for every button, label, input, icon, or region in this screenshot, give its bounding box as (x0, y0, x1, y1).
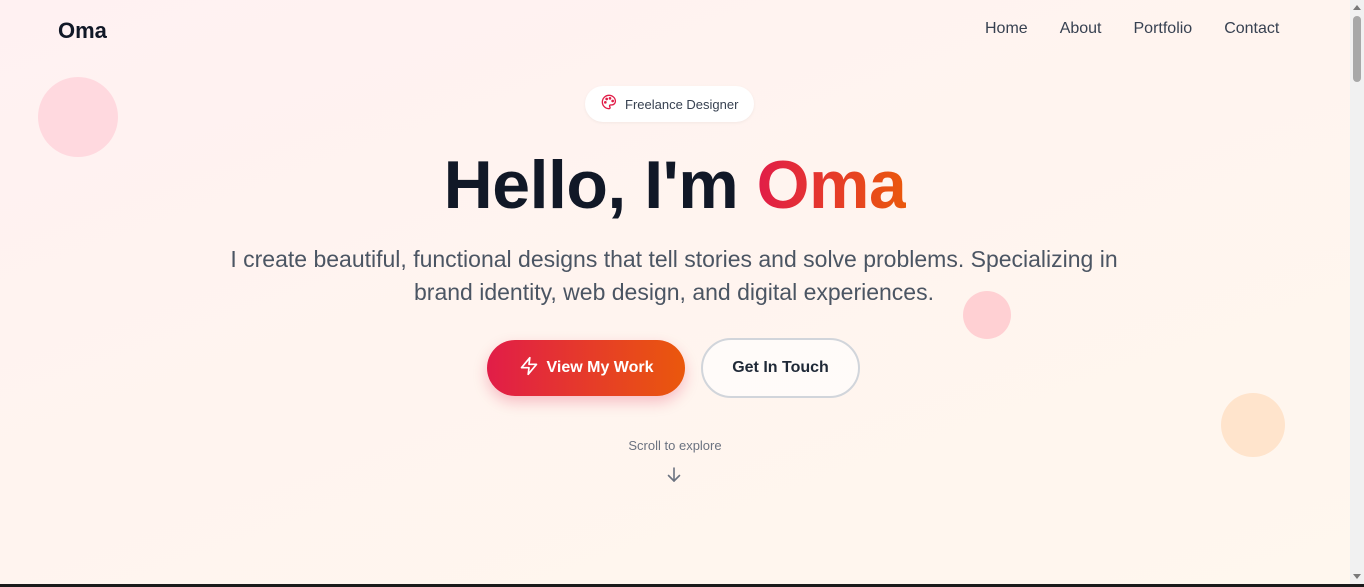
hero-title: Hello, I'm Oma (0, 146, 1350, 224)
vertical-scrollbar[interactable] (1350, 0, 1364, 584)
scroll-hint: Scroll to explore (628, 438, 722, 453)
main-nav: Home About Portfolio Contact (985, 20, 1279, 38)
nav-link-about[interactable]: About (1060, 20, 1102, 38)
get-in-touch-label: Get In Touch (732, 359, 829, 376)
nav-link-home[interactable]: Home (985, 20, 1028, 38)
page-viewport: Oma Home About Portfolio Contact Freelan… (0, 0, 1350, 584)
role-badge: Freelance Designer (585, 86, 755, 122)
hero-subtitle: I create beautiful, functional designs t… (230, 246, 1118, 305)
lightning-icon (519, 356, 539, 381)
nav-link-contact[interactable]: Contact (1224, 20, 1279, 38)
hero-title-prefix: Hello, I'm (443, 147, 757, 223)
role-badge-label: Freelance Designer (625, 96, 739, 112)
scrollbar-thumb[interactable] (1353, 16, 1361, 82)
view-my-work-button[interactable]: View My Work (487, 340, 685, 396)
arrow-down-icon[interactable] (666, 466, 682, 484)
brand-logo[interactable]: Oma (58, 18, 107, 44)
view-my-work-label: View My Work (546, 359, 654, 376)
get-in-touch-button[interactable]: Get In Touch (701, 338, 860, 398)
scroll-down-icon[interactable] (1350, 570, 1364, 584)
hero-title-name: Oma (756, 147, 907, 223)
palette-icon (601, 94, 617, 115)
decorative-circle-pink (38, 77, 118, 157)
nav-link-portfolio[interactable]: Portfolio (1134, 20, 1193, 38)
scroll-up-icon[interactable] (1350, 0, 1364, 14)
